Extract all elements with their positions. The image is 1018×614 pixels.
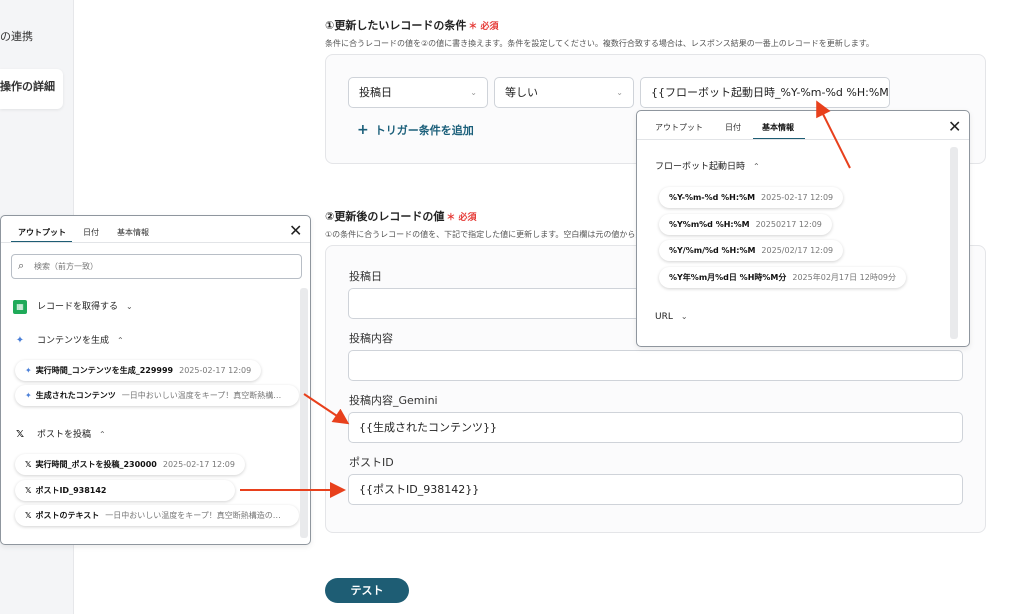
arrow-to-gemini-field xyxy=(303,393,350,425)
arrow-to-condition-value xyxy=(816,100,851,169)
annotation-arrows xyxy=(240,100,851,498)
